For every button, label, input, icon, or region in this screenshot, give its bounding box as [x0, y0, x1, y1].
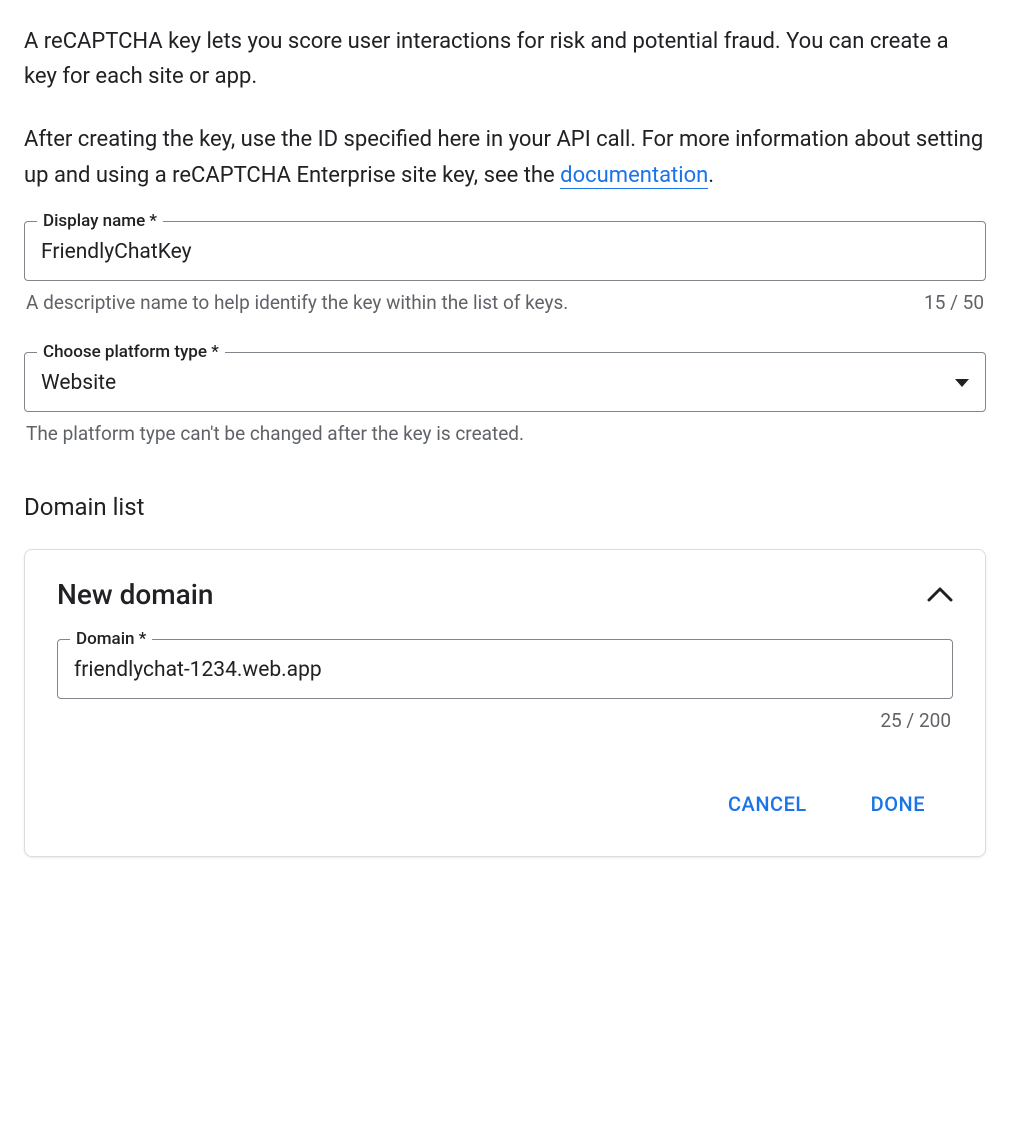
platform-type-label: Choose platform type *: [37, 342, 225, 362]
intro-text: A reCAPTCHA key lets you score user inte…: [24, 24, 986, 193]
domain-helper-row: 25 / 200: [57, 709, 953, 732]
display-name-input[interactable]: [25, 222, 985, 280]
card-header: New domain: [57, 578, 953, 611]
documentation-link[interactable]: documentation: [560, 163, 708, 189]
platform-helper: The platform type can't be changed after…: [26, 422, 984, 445]
cancel-button[interactable]: CANCEL: [716, 784, 819, 824]
platform-type-value: Website: [41, 371, 116, 395]
intro-para2-prefix: After creating the key, use the ID speci…: [24, 127, 983, 187]
domain-label: Domain *: [70, 629, 152, 649]
chevron-up-icon[interactable]: [927, 586, 953, 602]
intro-paragraph-1: A reCAPTCHA key lets you score user inte…: [24, 24, 986, 94]
domain-input[interactable]: [58, 640, 952, 698]
platform-helper-row: The platform type can't be changed after…: [24, 422, 986, 445]
domain-outline: Domain *: [57, 639, 953, 699]
display-name-helper: A descriptive name to help identify the …: [26, 291, 908, 314]
platform-type-select[interactable]: Choose platform type * Website: [24, 352, 986, 412]
intro-paragraph-2: After creating the key, use the ID speci…: [24, 122, 986, 192]
dropdown-icon: [955, 379, 969, 387]
display-name-outline: Display name *: [24, 221, 986, 281]
display-name-field: Display name * A descriptive name to hel…: [24, 221, 986, 314]
domain-list-heading: Domain list: [24, 493, 986, 521]
domain-counter: 25 / 200: [880, 709, 951, 732]
platform-type-field: Choose platform type * Website The platf…: [24, 352, 986, 445]
display-name-counter: 15 / 50: [924, 291, 984, 314]
domain-field: Domain * 25 / 200: [57, 639, 953, 732]
intro-para2-suffix: .: [708, 163, 714, 188]
display-name-helper-row: A descriptive name to help identify the …: [24, 291, 986, 314]
new-domain-card: New domain Domain * 25 / 200 CANCEL DONE: [24, 549, 986, 857]
card-button-row: CANCEL DONE: [57, 784, 953, 824]
done-button[interactable]: DONE: [859, 784, 937, 824]
card-title: New domain: [57, 578, 213, 611]
display-name-label: Display name *: [37, 211, 163, 231]
